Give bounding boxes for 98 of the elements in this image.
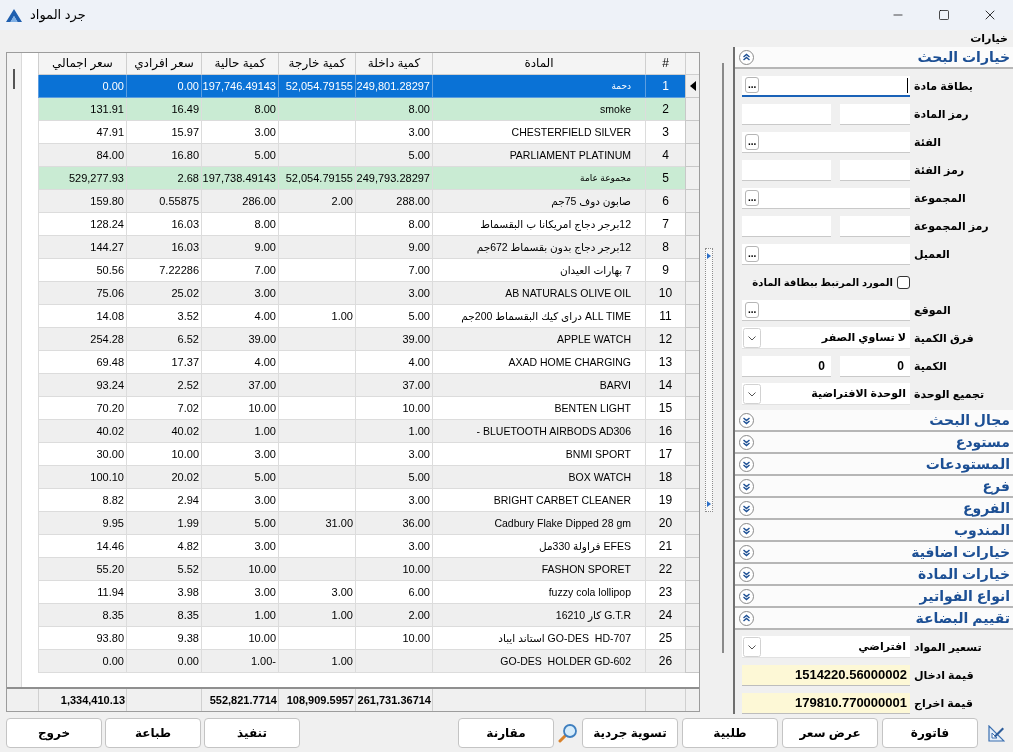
field-label: تجميع الوحدة (914, 386, 985, 403)
app-logo-icon (6, 8, 22, 22)
section-header[interactable]: المستودعات (735, 454, 1013, 476)
field-label: المجموعة (914, 190, 966, 207)
section-header[interactable]: انواع الفواتير (735, 586, 1013, 608)
input-field[interactable] (742, 103, 831, 125)
field-label: بطاقة مادة (914, 78, 973, 94)
readonly-field[interactable]: 179810.770000001 (742, 692, 910, 714)
field-label: فرق الكمية (914, 330, 974, 347)
section-header[interactable]: مستودع (735, 432, 1013, 454)
field-label: رمز المجموعة (914, 218, 989, 235)
section-header[interactable]: خيارات البحث (735, 47, 1013, 69)
table-row[interactable]: 9.95 1.99 5.00 31.00 36.00 Cadbury Flake Dipped 28 gm 20 (38, 512, 699, 535)
field-label: تسعير المواد (914, 639, 982, 656)
section-header[interactable]: تقييم البضاعة (735, 608, 1013, 630)
table-row[interactable]: 131.91 16.49 8.00 8.00 smoke 2 (38, 98, 699, 121)
dropdown[interactable]: الوحدة الافتراضية (742, 383, 910, 405)
table-row[interactable]: 84.00 16.80 5.00 5.00 PARLIAMENT PLATINUM 4 (38, 144, 699, 167)
panel-caption: خيارات (970, 31, 1008, 47)
table-row[interactable]: 30.00 10.00 3.00 3.00 BNMI SPORT 17 (38, 443, 699, 466)
maximize-icon (938, 9, 950, 21)
dropdown[interactable]: افتراضي (742, 636, 910, 658)
section-header[interactable]: الفروع (735, 498, 1013, 520)
input-field[interactable]: 0 (742, 355, 831, 377)
action-button[interactable]: تنفيذ (204, 718, 300, 748)
action-button[interactable]: خروج (6, 718, 102, 748)
column-header[interactable]: كمية حالية (201, 53, 278, 75)
browse-button[interactable]: ... (745, 301, 760, 318)
chevron-down-icon[interactable] (743, 327, 761, 348)
field-label: الكمية (914, 358, 947, 374)
input-field[interactable]: ... (742, 131, 910, 153)
section-header[interactable]: مجال البحث (735, 410, 1013, 432)
table-row[interactable]: 0.00 0.00 1.00- 1.00 GO-DES HOLDER GD-602 26 (38, 650, 699, 673)
action-button[interactable]: طلبية (682, 718, 778, 748)
input-field[interactable] (840, 159, 910, 181)
chevron-down-icon[interactable] (743, 636, 761, 657)
ruler-pencil-icon[interactable] (988, 724, 1005, 742)
table-row[interactable]: 8.82 2.94 3.00 3.00 BRIGHT CARBET CLEANER 19 (38, 489, 699, 512)
section-header[interactable]: خيارات المادة (735, 564, 1013, 586)
field-label: قيمة ادخال (914, 667, 974, 683)
table-row[interactable]: 100.10 20.02 5.00 5.00 BOX WATCH 18 (38, 466, 699, 489)
browse-button[interactable]: ... (745, 77, 760, 93)
table-row[interactable]: 55.20 5.52 10.00 10.00 FASHON SPORET 22 (38, 558, 699, 581)
checkbox[interactable] (897, 275, 910, 289)
dropdown[interactable]: لا تساوي الصفر (742, 327, 910, 349)
action-button[interactable]: فاتورة (882, 718, 978, 748)
readonly-field[interactable]: 1514220.56000002 (742, 664, 910, 686)
table-row[interactable]: 93.24 2.52 37.00 37.00 BARVI 14 (38, 374, 699, 397)
splitter-handle[interactable] (705, 248, 713, 512)
input-field[interactable]: ... (742, 75, 910, 97)
total-cell: 552,821.7714 (201, 689, 278, 711)
column-header[interactable]: المادة (432, 53, 645, 75)
total-cell: 1,334,410.13 (38, 689, 126, 711)
browse-button[interactable]: ... (745, 189, 760, 206)
table-cell: 1.00 (278, 650, 355, 673)
text-cursor (907, 77, 908, 93)
chevron-down-icon[interactable] (743, 383, 761, 404)
table-row[interactable]: 254.28 6.52 39.00 39.00 APPLE WATCH 12 (38, 328, 699, 351)
column-header[interactable]: # (645, 53, 685, 75)
field-label: قيمة اخراج (914, 695, 974, 712)
field-label: الموقع (914, 302, 951, 319)
column-header[interactable]: كمية خارجة (278, 53, 355, 75)
field-label: العميل (914, 246, 950, 262)
input-field[interactable] (742, 159, 831, 181)
table-row[interactable]: 69.48 17.37 4.00 4.00 AXAD HOME CHARGING 13 (38, 351, 699, 374)
total-cell: 261,731.36714 (355, 689, 432, 711)
triangle-right-icon (707, 253, 711, 259)
section-header[interactable]: خيارات اضافية (735, 542, 1013, 564)
table-row[interactable]: 40.02 40.02 1.00 1.00 BLUETOOTH AIRBODS AD306 - 16 (38, 420, 699, 443)
table-row[interactable]: 70.20 7.02 10.00 10.00 BENTEN LIGHT 15 (38, 397, 699, 420)
browse-button[interactable]: ... (745, 245, 760, 262)
input-field[interactable] (840, 215, 910, 237)
field-label: الفئة (914, 134, 941, 150)
table-row[interactable]: 47.91 15.97 3.00 3.00 CHESTERFIELD SILVER 3 (38, 121, 699, 144)
table-row[interactable]: 11.94 3.98 3.00 3.00 6.00 fuzzy cola lollipop 23 (38, 581, 699, 604)
triangle-right-icon (707, 501, 711, 507)
section-header[interactable]: فرع (735, 476, 1013, 498)
table-cell: 0.00 (126, 650, 201, 673)
table-cell: 1.00- (201, 650, 278, 673)
column-header[interactable]: كمية داخلة (355, 53, 432, 75)
action-button[interactable]: عرض سعر (782, 718, 878, 748)
row-pointer-icon (689, 81, 696, 91)
input-field[interactable]: ... (742, 187, 910, 209)
checkbox-label: المورد المرتبط ببطاقة المادة (752, 275, 893, 290)
table-row[interactable]: 75.06 25.02 3.00 3.00 AB NATURALS OLIVE OIL 10 (38, 282, 699, 305)
field-label: رمز الفئة (914, 162, 965, 179)
input-field[interactable]: ... (742, 243, 910, 265)
table-cell: GO-DES HOLDER GD-602 (432, 650, 645, 673)
field-label: رمز المادة (914, 106, 969, 123)
input-field[interactable]: 0 (840, 355, 910, 377)
table-cell: 0.00 (38, 650, 126, 673)
total-cell: 108,909.5957 (278, 689, 355, 711)
window-title: جرد المواد (30, 6, 86, 25)
input-field[interactable] (840, 103, 910, 125)
section-header[interactable]: المندوب (735, 520, 1013, 542)
input-field[interactable] (742, 215, 831, 237)
browse-button[interactable]: ... (745, 133, 760, 150)
input-field[interactable]: ... (742, 299, 910, 321)
